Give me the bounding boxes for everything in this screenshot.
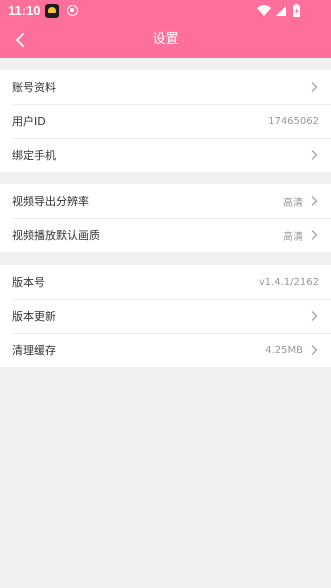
chevron-right-icon: [311, 345, 318, 355]
status-bar: 11:10: [0, 0, 331, 22]
status-icons: [255, 3, 311, 19]
row-label: 视频播放默认画质: [12, 229, 100, 242]
row-label: 用户ID: [12, 115, 46, 128]
settings-group-app: 版本号 v1.4.1/2162 版本更新 清理缓存 4.25MB: [0, 265, 331, 367]
settings-row-playback-quality[interactable]: 视频播放默认画质 高清: [0, 218, 331, 252]
settings-row-user-id: 用户ID 17465062: [0, 104, 331, 138]
row-value: 4.25MB: [265, 344, 303, 356]
battery-icon: [293, 3, 300, 17]
status-time: 11:10: [8, 3, 41, 18]
cellular-signal-icon: [276, 6, 286, 16]
row-label: 版本号: [12, 276, 45, 289]
settings-row-version: 版本号 v1.4.1/2162: [0, 265, 331, 299]
settings-group-account: 账号资料 用户ID 17465062 绑定手机: [0, 70, 331, 172]
settings-group-video: 视频导出分辨率 高清 视频播放默认画质 高清: [0, 184, 331, 252]
row-label: 绑定手机: [12, 149, 56, 162]
settings-row-version-update[interactable]: 版本更新: [0, 299, 331, 333]
chevron-right-icon: [311, 230, 318, 240]
settings-row-account-profile[interactable]: 账号资料: [0, 70, 331, 104]
app-header: 11:10 设置: [0, 0, 331, 58]
chevron-right-icon: [311, 196, 318, 206]
row-value: v1.4.1/2162: [258, 276, 319, 288]
row-value: 17465062: [268, 115, 319, 127]
settings-row-clear-cache[interactable]: 清理缓存 4.25MB: [0, 333, 331, 367]
chevron-right-icon: [311, 150, 318, 160]
location-notification-icon: [67, 5, 78, 16]
settings-row-export-resolution[interactable]: 视频导出分辨率 高清: [0, 184, 331, 218]
row-label: 视频导出分辨率: [12, 195, 89, 208]
settings-row-bind-phone[interactable]: 绑定手机: [0, 138, 331, 172]
chevron-right-icon: [311, 82, 318, 92]
chevron-right-icon: [311, 311, 318, 321]
row-label: 账号资料: [12, 81, 56, 94]
row-label: 版本更新: [12, 310, 56, 323]
page-title: 设置: [152, 32, 179, 47]
wifi-icon: [257, 5, 271, 16]
row-value: 高清: [283, 231, 303, 243]
row-value: 高清: [283, 197, 303, 209]
app-notification-icon: [45, 4, 59, 18]
row-label: 清理缓存: [12, 344, 56, 357]
